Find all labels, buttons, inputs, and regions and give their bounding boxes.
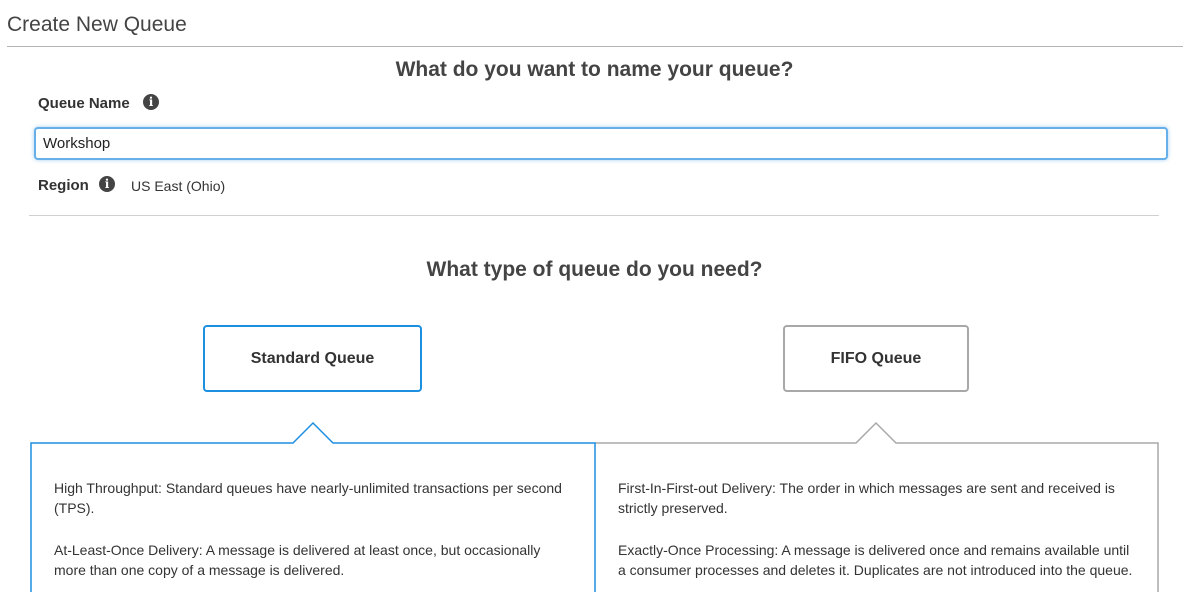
standard-desc-throughput: High Throughput: Standard queues have ne… [54,480,562,516]
queue-name-input[interactable] [34,127,1168,160]
fifo-desc-delivery: First-In-First-out Delivery: The order i… [618,480,1115,516]
section-divider [29,215,1159,216]
queue-name-label: Queue Name [38,95,130,112]
create-queue-page: Create New Queue What do you want to nam… [0,0,1183,592]
region-info-icon[interactable]: i [99,176,115,192]
fifo-queue-label: FIFO Queue [830,349,922,367]
fifo-queue-button[interactable]: FIFO Queue [783,325,969,392]
standard-queue-label: Standard Queue [250,349,375,367]
region-value: US East (Ohio) [131,178,226,194]
queue-name-info-icon[interactable]: i [143,94,159,110]
fifo-queue-description: First-In-First-out Delivery: The order i… [618,478,1138,592]
page-title: Create New Queue [7,13,187,36]
standard-desc-delivery: At-Least-Once Delivery: A message is del… [54,542,541,578]
region-label: Region [38,177,89,194]
title-divider [7,46,1183,47]
standard-queue-button[interactable]: Standard Queue [203,325,422,392]
standard-queue-description: High Throughput: Standard queues have ne… [54,478,574,592]
name-section-heading: What do you want to name your queue? [395,58,794,81]
type-section-heading: What type of queue do you need? [426,258,763,281]
fifo-desc-processing: Exactly-Once Processing: A message is de… [618,542,1133,578]
